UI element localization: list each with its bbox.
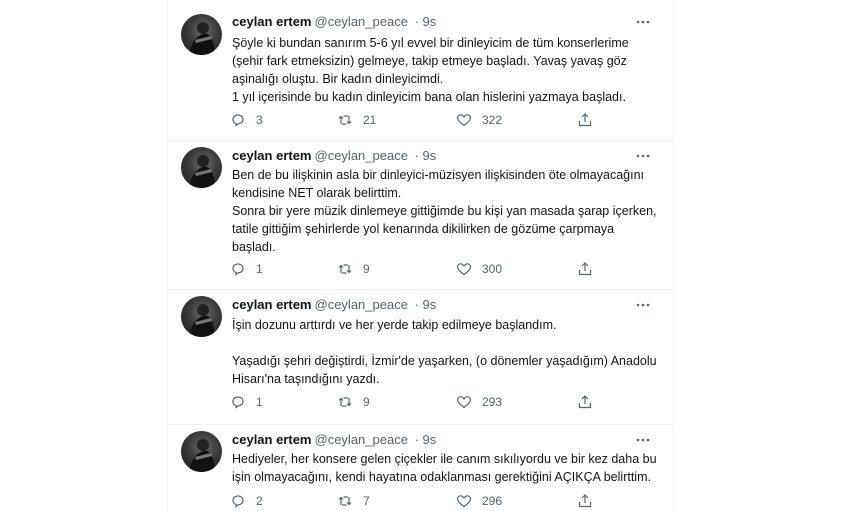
tweet[interactable]: ceylan ertem @ceylan_peace · 9s Hediyeler… bbox=[168, 425, 673, 511]
share-button[interactable] bbox=[577, 111, 593, 129]
share-icon bbox=[578, 494, 592, 508]
like-count: 293 bbox=[482, 395, 503, 409]
tweet[interactable]: ceylan ertem @ceylan_peace · 9s İşin dozu… bbox=[168, 290, 673, 425]
share-icon bbox=[578, 262, 592, 276]
retweet-icon bbox=[338, 115, 352, 125]
user-handle[interactable]: @ceylan_peace bbox=[315, 432, 408, 447]
reply-icon bbox=[232, 114, 244, 127]
avatar[interactable] bbox=[181, 14, 222, 55]
like-count: 300 bbox=[482, 262, 503, 276]
tweet-text: Hediyeler, her konsere gelen çiçekler il… bbox=[232, 452, 657, 484]
reply-count: 2 bbox=[256, 494, 263, 508]
avatar[interactable] bbox=[181, 431, 222, 472]
share-icon bbox=[578, 395, 592, 409]
tweet-actions: 3 21 322 bbox=[230, 111, 610, 129]
timestamp[interactable]: · 9s bbox=[415, 148, 437, 163]
tweet-text: Ben de bu ilişkinin asla bir dinleyici-m… bbox=[232, 168, 657, 254]
reply-button[interactable]: 1 bbox=[230, 260, 263, 278]
retweet-count: 9 bbox=[363, 395, 370, 409]
like-count: 296 bbox=[482, 494, 503, 508]
tweet[interactable]: ceylan ertem @ceylan_peace · 9s Ben de bu… bbox=[168, 141, 673, 290]
tweet-text: Şöyle ki bundan sanırım 5-6 yıl evvel bi… bbox=[232, 36, 629, 104]
retweet-button[interactable]: 9 bbox=[337, 393, 370, 411]
share-button[interactable] bbox=[577, 492, 593, 510]
like-button[interactable]: 293 bbox=[456, 393, 502, 411]
retweet-button[interactable]: 7 bbox=[337, 492, 370, 510]
reply-button[interactable]: 3 bbox=[230, 111, 263, 129]
like-icon bbox=[456, 114, 472, 127]
tweet-header: ceylan ertem @ceylan_peace · 9s bbox=[232, 432, 436, 448]
display-name[interactable]: ceylan ertem bbox=[232, 432, 312, 447]
more-icon[interactable] bbox=[635, 14, 651, 30]
tweet-actions: 1 9 300 bbox=[230, 260, 610, 278]
like-icon bbox=[456, 396, 472, 409]
tweet-header: ceylan ertem @ceylan_peace · 9s bbox=[232, 297, 436, 313]
tweet-text: İşin dozunu arttırdı ve her yerde takip … bbox=[232, 318, 657, 386]
retweet-icon bbox=[338, 264, 352, 274]
timestamp[interactable]: · 9s bbox=[415, 14, 437, 29]
user-handle[interactable]: @ceylan_peace bbox=[315, 14, 408, 29]
more-icon[interactable] bbox=[635, 148, 651, 164]
like-button[interactable]: 322 bbox=[456, 111, 502, 129]
tweet[interactable]: ceylan ertem @ceylan_peace · 9s Şöyle ki … bbox=[168, 0, 673, 141]
tweet-header: ceylan ertem @ceylan_peace · 9s bbox=[232, 14, 436, 30]
tweet-header: ceylan ertem @ceylan_peace · 9s bbox=[232, 148, 436, 164]
reply-count: 1 bbox=[256, 395, 263, 409]
retweet-count: 21 bbox=[363, 113, 377, 127]
like-icon bbox=[456, 263, 472, 276]
timestamp[interactable]: · 9s bbox=[415, 297, 437, 312]
like-button[interactable]: 296 bbox=[456, 492, 502, 510]
tweet-thread: ceylan ertem @ceylan_peace · 9s Şöyle ki … bbox=[167, 0, 674, 511]
share-button[interactable] bbox=[577, 260, 593, 278]
more-icon[interactable] bbox=[635, 432, 651, 448]
timestamp[interactable]: · 9s bbox=[415, 432, 437, 447]
tweet-actions: 1 9 293 bbox=[230, 393, 610, 411]
reply-count: 3 bbox=[256, 113, 263, 127]
display-name[interactable]: ceylan ertem bbox=[232, 14, 312, 29]
retweet-button[interactable]: 21 bbox=[337, 111, 376, 129]
retweet-icon bbox=[338, 496, 352, 506]
retweet-count: 9 bbox=[363, 262, 370, 276]
user-handle[interactable]: @ceylan_peace bbox=[315, 297, 408, 312]
display-name[interactable]: ceylan ertem bbox=[232, 297, 312, 312]
like-button[interactable]: 300 bbox=[456, 260, 502, 278]
reply-button[interactable]: 2 bbox=[230, 492, 263, 510]
user-handle[interactable]: @ceylan_peace bbox=[315, 148, 408, 163]
retweet-count: 7 bbox=[363, 494, 370, 508]
share-icon bbox=[578, 113, 592, 127]
avatar[interactable] bbox=[181, 147, 222, 188]
like-count: 322 bbox=[482, 113, 503, 127]
display-name[interactable]: ceylan ertem bbox=[232, 148, 312, 163]
more-icon[interactable] bbox=[635, 297, 651, 313]
avatar[interactable] bbox=[181, 296, 222, 337]
retweet-icon bbox=[338, 397, 352, 407]
reply-icon bbox=[232, 495, 244, 508]
reply-icon bbox=[232, 396, 244, 409]
reply-button[interactable]: 1 bbox=[230, 393, 263, 411]
reply-count: 1 bbox=[256, 262, 263, 276]
tweet-actions: 2 7 296 bbox=[230, 492, 610, 510]
like-icon bbox=[456, 495, 472, 508]
retweet-button[interactable]: 9 bbox=[337, 260, 370, 278]
reply-icon bbox=[232, 263, 244, 276]
share-button[interactable] bbox=[577, 393, 593, 411]
